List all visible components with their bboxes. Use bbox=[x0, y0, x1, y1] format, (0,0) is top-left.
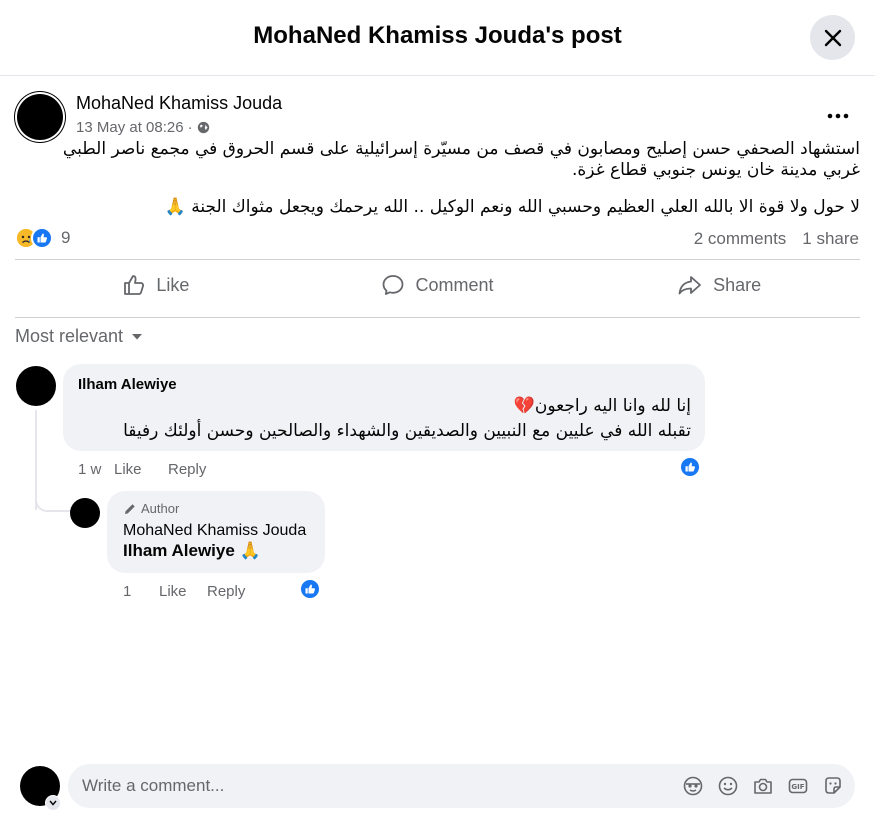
like-button[interactable]: Like bbox=[15, 260, 297, 310]
chevron-down-icon bbox=[49, 800, 57, 806]
comment-author[interactable]: Ilham Alewiye bbox=[78, 376, 177, 393]
like-icon bbox=[124, 275, 145, 295]
author-badge: Author bbox=[123, 501, 179, 516]
close-icon bbox=[824, 29, 841, 46]
commenter-avatar[interactable] bbox=[16, 366, 56, 406]
like-reaction-icon bbox=[31, 227, 53, 249]
dialog-title: MohaNed Khamiss Jouda's post bbox=[253, 22, 622, 49]
comment-text-line-1: إنا لله وانا اليه راجعون💔 bbox=[513, 396, 691, 416]
reply-actions: 1 Like Reply bbox=[123, 583, 245, 600]
comment-button[interactable]: Comment bbox=[297, 260, 579, 310]
comment-label: Comment bbox=[415, 274, 494, 295]
reply-author-avatar[interactable] bbox=[70, 498, 100, 528]
svg-text:GIF: GIF bbox=[791, 783, 804, 791]
comment-text-line-2: تقبله الله في عليين مع النبيين والصديقين… bbox=[123, 421, 691, 441]
reply-text: Ilham Alewiye 🙏 bbox=[123, 541, 261, 560]
post-author-avatar[interactable] bbox=[17, 94, 63, 140]
comment-actions: 1 w Like Reply bbox=[78, 461, 206, 478]
post-action-bar: Like Comment Share bbox=[15, 260, 860, 310]
reply-like-button[interactable]: Like bbox=[159, 583, 207, 600]
share-button[interactable]: Share bbox=[578, 260, 860, 310]
post-author-name[interactable]: MohaNed Khamiss Jouda bbox=[76, 93, 282, 114]
close-button[interactable] bbox=[810, 15, 855, 60]
pencil-icon bbox=[125, 503, 135, 514]
comment-input[interactable] bbox=[82, 764, 662, 808]
share-icon bbox=[678, 276, 702, 295]
reaction-count: 9 bbox=[61, 228, 71, 247]
shares-count[interactable]: 1 share bbox=[802, 229, 859, 249]
divider bbox=[15, 317, 860, 318]
comment-icon bbox=[383, 275, 404, 295]
reply-time[interactable]: 1 bbox=[123, 583, 159, 600]
reply-reply-button[interactable]: Reply bbox=[207, 583, 245, 600]
globe-icon bbox=[197, 121, 209, 134]
post-more-button[interactable] bbox=[822, 100, 854, 132]
thread-connector bbox=[35, 470, 71, 512]
reply-author[interactable]: MohaNed Khamiss Jouda bbox=[123, 522, 306, 540]
avatar-sticker-icon[interactable] bbox=[681, 774, 705, 798]
reply-like-reaction-icon[interactable] bbox=[299, 578, 321, 600]
comment-time[interactable]: 1 w bbox=[78, 462, 114, 477]
comment-like-button[interactable]: Like bbox=[114, 461, 168, 478]
composer-toolbar: GIF bbox=[681, 774, 845, 798]
post-text-paragraph-2: لا حول ولا قوة الا بالله العلي العظيم وح… bbox=[164, 197, 860, 217]
emoji-icon[interactable] bbox=[716, 774, 740, 798]
sticker-icon[interactable] bbox=[821, 774, 845, 798]
meta-separator: · bbox=[187, 119, 193, 136]
comment-sort-dropdown[interactable]: Most relevant bbox=[15, 326, 143, 347]
sort-label: Most relevant bbox=[15, 326, 124, 346]
post-timestamp[interactable]: 13 May at 08:26 bbox=[76, 119, 184, 136]
gif-icon[interactable]: GIF bbox=[786, 774, 810, 798]
comments-count[interactable]: 2 comments bbox=[694, 229, 787, 249]
caret-down-icon bbox=[132, 333, 143, 339]
more-options-icon bbox=[827, 113, 849, 119]
comment-composer: GIF bbox=[68, 764, 855, 808]
profile-switch-chevron[interactable] bbox=[45, 795, 61, 811]
comment-bubble: Ilham Alewiye إنا لله وانا اليه راجعون💔 … bbox=[63, 364, 705, 451]
reaction-summary[interactable]: 9 bbox=[15, 227, 70, 249]
post-stats: 2 comments 1 share bbox=[694, 229, 859, 249]
dialog-header: MohaNed Khamiss Jouda's post bbox=[0, 0, 875, 76]
like-label: Like bbox=[156, 274, 190, 295]
author-badge-label: Author bbox=[141, 501, 180, 516]
comment-reply-button[interactable]: Reply bbox=[168, 461, 206, 478]
post-meta: 13 May at 08:26 · bbox=[76, 119, 210, 136]
share-label: Share bbox=[713, 274, 762, 295]
reply-bubble: Author MohaNed Khamiss Jouda Ilham Alewi… bbox=[107, 491, 325, 573]
camera-icon[interactable] bbox=[751, 774, 775, 798]
post-text-paragraph-1: استشهاد الصحفي حسن إصليح ومصابون في قصف … bbox=[62, 139, 860, 180]
comment-like-reaction-icon[interactable] bbox=[679, 456, 701, 478]
